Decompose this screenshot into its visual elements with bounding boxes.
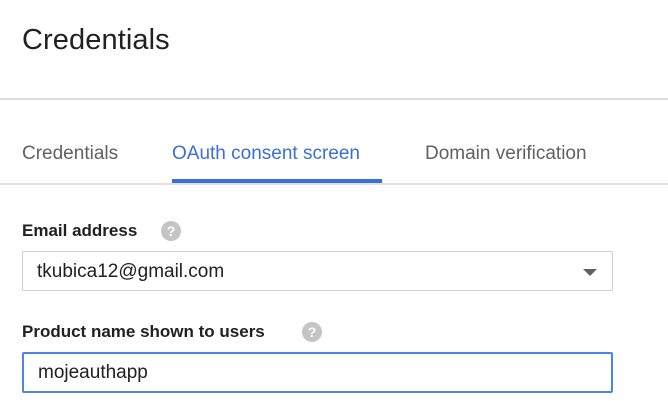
tabs-divider <box>0 183 668 185</box>
product-name-input[interactable] <box>22 352 613 393</box>
product-name-help-icon[interactable]: ? <box>302 322 322 342</box>
tab-domain-verification[interactable]: Domain verification <box>425 143 587 165</box>
oauth-consent-page: Credentials Credentials OAuth consent sc… <box>0 0 668 401</box>
email-select[interactable]: tkubica12@gmail.com <box>22 251 613 291</box>
email-help-icon[interactable]: ? <box>161 221 181 241</box>
email-select-value: tkubica12@gmail.com <box>37 261 225 282</box>
active-tab-indicator <box>172 179 382 183</box>
header-divider <box>0 98 668 100</box>
chevron-down-icon <box>583 269 597 276</box>
tab-bar: Credentials OAuth consent screen Domain … <box>0 133 668 185</box>
product-name-label: Product name shown to users <box>22 322 265 341</box>
tab-oauth-consent-screen[interactable]: OAuth consent screen <box>172 143 360 165</box>
email-address-label: Email address <box>22 221 138 240</box>
tab-credentials[interactable]: Credentials <box>22 143 118 165</box>
page-title: Credentials <box>22 24 170 56</box>
